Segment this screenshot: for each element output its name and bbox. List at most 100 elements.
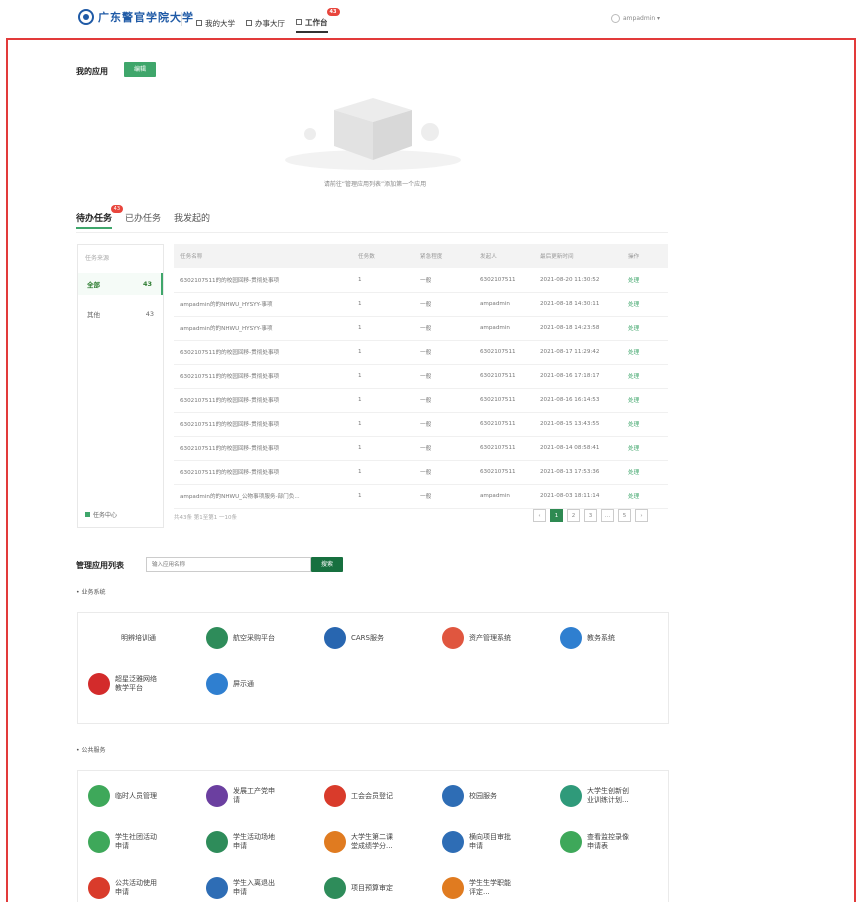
- university-logo[interactable]: 广东警官学院大学: [78, 9, 194, 25]
- task-center-link[interactable]: 任务中心: [85, 510, 117, 519]
- study-icon: [88, 673, 110, 695]
- table-cell: 6302107511的的校园回移-贯彻处事项: [174, 460, 352, 485]
- table-cell: 一般: [414, 412, 474, 437]
- app-label: 大学生第二课 堂成绩学分...: [351, 833, 393, 850]
- table-row[interactable]: 6302107511的的校园回移-贯彻处事项 1 一般 6302107511 2021-…: [174, 268, 668, 293]
- tab-label: 待办任务: [76, 214, 113, 224]
- app-item[interactable]: 学生生学职能 评定...: [442, 877, 511, 899]
- award-icon: [442, 877, 464, 899]
- app-label: 公共活动使用 申请: [115, 879, 157, 896]
- app-item[interactable]: 查看监控录像 申请表: [560, 831, 629, 853]
- app-item[interactable]: 航空采购平台: [206, 627, 275, 649]
- sidebar-item-all[interactable]: 全部 43: [78, 273, 163, 295]
- app-item[interactable]: 超星泛雅网络 教学平台: [88, 673, 157, 695]
- table-row[interactable]: 6302107511的的校园回移-贯彻处事项 1 一般 6302107511 2021-…: [174, 340, 668, 365]
- app-search-input[interactable]: [146, 557, 311, 572]
- prev-page-button[interactable]: ‹: [533, 509, 546, 522]
- nav-my-university[interactable]: 我的大学: [196, 13, 235, 33]
- class-icon: [324, 831, 346, 853]
- task-center-icon: [85, 512, 90, 517]
- handle-link[interactable]: 处理: [622, 484, 668, 509]
- next-page-button[interactable]: ›: [635, 509, 648, 522]
- app-item[interactable]: 明辨培训通: [88, 627, 156, 649]
- handle-link[interactable]: 处理: [622, 316, 668, 341]
- app-label: 项目预算审定: [351, 883, 393, 892]
- logo-text: 广东警官学院大学: [98, 11, 194, 24]
- doc-icon: [206, 627, 228, 649]
- edit-button[interactable]: 编辑: [124, 62, 156, 77]
- main-nav: 我的大学 办事大厅 工作台 43: [196, 8, 340, 33]
- nav-workbench[interactable]: 工作台 43: [296, 8, 340, 33]
- building-icon: [196, 20, 202, 26]
- handle-link[interactable]: 处理: [622, 460, 668, 485]
- table-cell: 2021-08-16 17:18:17: [534, 364, 622, 389]
- table-cell: 2021-08-03 18:11:14: [534, 484, 622, 509]
- table-row[interactable]: 6302107511的的校园回移-贯彻处事项 1 一般 6302107511 2021-…: [174, 412, 668, 437]
- project-icon: [442, 831, 464, 853]
- app-item[interactable]: 屏示通: [206, 673, 254, 695]
- app-item[interactable]: 工会会员登记: [324, 785, 393, 807]
- table-row[interactable]: 6302107511的的校园回移-贯彻处事项 1 一般 6302107511 2021-…: [174, 460, 668, 485]
- table-row[interactable]: ampadmin的的NHWU_HYSYY-事项 1 一般 ampadmin 2021-0…: [174, 292, 668, 317]
- handle-link[interactable]: 处理: [622, 412, 668, 437]
- table-row[interactable]: ampadmin的的NHWU_公物事项服务-部门负... 1 一般 ampadmin 2…: [174, 484, 668, 509]
- table-cell: 2021-08-15 13:43:55: [534, 412, 622, 437]
- table-row[interactable]: ampadmin的的NHWU_HYSYY-事项 1 一般 ampadmin 2021-0…: [174, 316, 668, 341]
- user-menu[interactable]: ampadmin ▾: [611, 14, 660, 23]
- table-row[interactable]: 6302107511的的校园回移-贯彻处事项 1 一般 6302107511 2021-…: [174, 388, 668, 413]
- app-item[interactable]: CARS服务: [324, 627, 384, 649]
- handle-link[interactable]: 处理: [622, 268, 668, 293]
- page-button[interactable]: 1: [550, 509, 563, 522]
- col-urgency: 紧急程度: [414, 244, 474, 268]
- table-row[interactable]: 6302107511的的校园回移-贯彻处事项 1 一般 6302107511 2021-…: [174, 364, 668, 389]
- nav-service-hall[interactable]: 办事大厅: [246, 13, 285, 33]
- table-cell: 6302107511的的校园回移-贯彻处事项: [174, 268, 352, 293]
- table-cell: 6302107511的的校园回移-贯彻处事项: [174, 436, 352, 461]
- app-label: 资产管理系统: [469, 633, 511, 642]
- app-item[interactable]: 校园服务: [442, 785, 497, 807]
- app-item[interactable]: 临时人员管理: [88, 785, 157, 807]
- pending-badge: 43: [110, 205, 124, 213]
- edu-icon: [560, 627, 582, 649]
- tab-label: 我发起的: [174, 214, 211, 224]
- avatar: [611, 14, 620, 23]
- app-item[interactable]: 项目预算审定: [324, 877, 393, 899]
- page-button[interactable]: …: [601, 509, 614, 522]
- handle-link[interactable]: 处理: [622, 292, 668, 317]
- app-item[interactable]: 发展工产党申 请: [206, 785, 275, 807]
- table-cell: 1: [352, 316, 414, 341]
- search-button[interactable]: 搜索: [311, 557, 343, 572]
- table-cell: ampadmin的的NHWU_HYSYY-事项: [174, 292, 352, 317]
- tab-initiated[interactable]: 我发起的: [174, 211, 210, 229]
- handle-link[interactable]: 处理: [622, 364, 668, 389]
- plan-icon: [560, 785, 582, 807]
- table-cell: 6302107511的的校园回移-贯彻处事项: [174, 364, 352, 389]
- app-item[interactable]: 大学生创新创 业训练计划...: [560, 785, 629, 807]
- table-cell: 2021-08-17 11:29:42: [534, 340, 622, 365]
- manage-apps-title: 管理应用列表: [76, 561, 124, 570]
- page-button[interactable]: 3: [584, 509, 597, 522]
- page-button[interactable]: 5: [618, 509, 631, 522]
- app-item[interactable]: 学生活动场地 申请: [206, 831, 275, 853]
- page-button[interactable]: 2: [567, 509, 580, 522]
- app-item[interactable]: 学生社团活动 申请: [88, 831, 157, 853]
- tab-pending[interactable]: 待办任务 43: [76, 205, 124, 229]
- sidebar-item-other[interactable]: 其他 43: [78, 303, 163, 325]
- username: ampadmin ▾: [623, 15, 661, 22]
- app-item[interactable]: 学生入离退出 申请: [206, 877, 275, 899]
- table-cell: 一般: [414, 436, 474, 461]
- table-cell: 2021-08-13 17:53:36: [534, 460, 622, 485]
- table-row[interactable]: 6302107511的的校园回移-贯彻处事项 1 一般 6302107511 2021-…: [174, 436, 668, 461]
- handle-link[interactable]: 处理: [622, 436, 668, 461]
- handle-link[interactable]: 处理: [622, 340, 668, 365]
- handle-link[interactable]: 处理: [622, 388, 668, 413]
- tab-done[interactable]: 已办任务: [125, 211, 161, 229]
- app-item[interactable]: 大学生第二课 堂成绩学分...: [324, 831, 393, 853]
- app-item[interactable]: 资产管理系统: [442, 627, 511, 649]
- app-item[interactable]: 教务系统: [560, 627, 615, 649]
- app-item[interactable]: 横向项目审批 申请: [442, 831, 511, 853]
- business-panel: 明辨培训通 航空采购平台 CARS服务 资产管理系统 教务系统超星泛雅网络 教学平台 屏示…: [77, 612, 669, 724]
- app-item[interactable]: 公共活动使用 申请: [88, 877, 157, 899]
- tab-underline: [76, 232, 668, 233]
- table-cell: ampadmin: [474, 316, 534, 341]
